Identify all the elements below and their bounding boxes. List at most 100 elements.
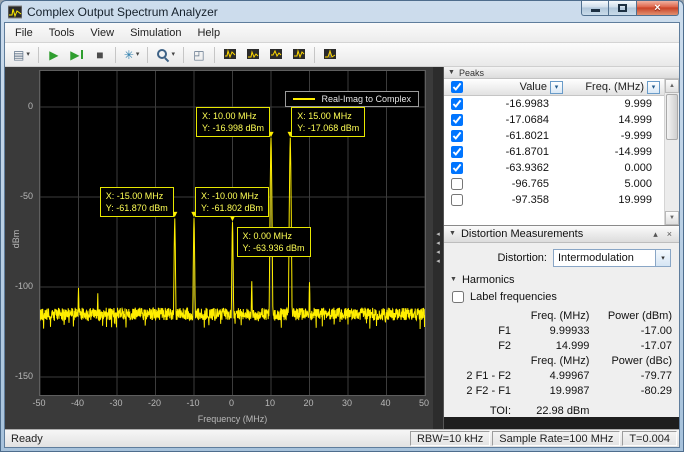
full-span-button[interactable]: ◰ bbox=[188, 44, 210, 65]
autoscale-button[interactable] bbox=[288, 44, 310, 65]
select-dropdown-icon[interactable]: ▾ bbox=[655, 250, 670, 266]
freq-header: Freq. (MHz) bbox=[514, 308, 592, 323]
peaks-table-row[interactable]: -61.8021 -9.999 bbox=[444, 128, 664, 144]
peak-visible-checkbox[interactable] bbox=[451, 130, 463, 142]
dropdown-arrow-icon: ▾ bbox=[171, 51, 175, 59]
measurements-icon bbox=[324, 46, 336, 64]
minimize-button[interactable] bbox=[581, 1, 609, 16]
peak-visible-checkbox[interactable] bbox=[451, 146, 463, 158]
x-tick-label: 50 bbox=[419, 398, 429, 408]
datatip-x-value: X: 0.00 MHz bbox=[243, 230, 305, 242]
scale-xy-button[interactable] bbox=[265, 44, 287, 65]
pin-icon[interactable]: ▴ bbox=[651, 229, 660, 239]
panel-expand-arrow-icon: ◂ bbox=[436, 258, 440, 266]
peak-visible-checkbox[interactable] bbox=[451, 114, 463, 126]
peaks-panel-title[interactable]: ▼ Peaks bbox=[444, 67, 679, 79]
plot-axes[interactable]: Real-Imag to Complex ▼▼▼▼▼ X: 10.00 MHz … bbox=[39, 70, 426, 396]
harmonics-section-header[interactable]: ▼ Harmonics bbox=[444, 272, 679, 289]
power-value: -17.07 bbox=[592, 338, 675, 353]
collapse-triangle-icon: ▼ bbox=[448, 69, 455, 77]
menu-simulation[interactable]: Simulation bbox=[122, 23, 189, 42]
stop-button[interactable]: ■ bbox=[89, 44, 111, 65]
scale-xy-icon bbox=[270, 46, 282, 64]
peak-visible-checkbox[interactable] bbox=[451, 178, 463, 190]
datatip-15mhz[interactable]: X: 15.00 MHz Y: -17.068 dBm bbox=[291, 107, 365, 137]
datatip-y-value: Y: -61.870 dBm bbox=[106, 202, 168, 214]
distortion-panel-header[interactable]: ▼ Distortion Measurements ▴ × bbox=[444, 226, 679, 243]
peaks-table-row[interactable]: -61.8701 -14.999 bbox=[444, 144, 664, 160]
menu-file[interactable]: File bbox=[7, 23, 41, 42]
peaks-select-all-checkbox[interactable] bbox=[451, 81, 463, 93]
menu-view[interactable]: View bbox=[82, 23, 122, 42]
scroll-down-icon[interactable]: ▼ bbox=[665, 211, 679, 225]
toi-row: TOI: 22.98 dBm bbox=[448, 398, 675, 417]
peaks-scrollbar[interactable]: ▲ ▼ bbox=[664, 79, 679, 225]
peak-value-cell: -96.765 bbox=[470, 178, 573, 190]
distortion-label: Distortion: bbox=[497, 252, 547, 264]
peak-value-cell: -61.8701 bbox=[470, 146, 573, 158]
menu-help[interactable]: Help bbox=[189, 23, 228, 42]
power-value: -80.29 bbox=[592, 383, 675, 398]
y-tick-label: -50 bbox=[20, 191, 33, 201]
legend[interactable]: Real-Imag to Complex bbox=[285, 91, 419, 107]
close-panel-icon[interactable]: × bbox=[665, 229, 674, 239]
freq-column-filter-button[interactable]: ▾ bbox=[647, 81, 660, 94]
harmonics-table: Freq. (MHz) Power (dBm) F1 9.99933 -17.0… bbox=[448, 308, 675, 417]
datatip-y-value: Y: -61.802 dBm bbox=[201, 202, 263, 214]
datatip-neg10mhz[interactable]: X: -10.00 MHz Y: -61.802 dBm bbox=[195, 187, 269, 217]
peaks-table-row[interactable]: -16.9983 9.999 bbox=[444, 96, 664, 112]
datatip-x-value: X: 15.00 MHz bbox=[297, 110, 359, 122]
peaks-panel: ▼ Peaks Value▾ Freq. (MHz)▾ bbox=[444, 67, 679, 225]
distortion-panel-title: Distortion Measurements bbox=[461, 228, 646, 240]
toi-value: 22.98 dBm bbox=[514, 398, 592, 417]
status-sample-rate: Sample Rate=100 MHz bbox=[492, 431, 620, 446]
panel-collapse-handle[interactable]: ◂ ◂ ◂ ◂ bbox=[433, 67, 443, 429]
toolbar-separator bbox=[214, 47, 215, 63]
datatip-x-value: X: 10.00 MHz bbox=[202, 110, 264, 122]
peaks-table-row[interactable]: -97.358 19.999 bbox=[444, 192, 664, 208]
label-frequencies-checkbox[interactable] bbox=[452, 291, 464, 303]
panel-expand-arrow-icon: ◂ bbox=[436, 240, 440, 248]
toolbar-separator bbox=[183, 47, 184, 63]
datatip-neg15mhz[interactable]: X: -15.00 MHz Y: -61.870 dBm bbox=[100, 187, 174, 217]
title-bar[interactable]: Complex Output Spectrum Analyzer × bbox=[4, 1, 680, 22]
step-forward-button[interactable]: ▶ bbox=[66, 44, 88, 65]
scale-x-button[interactable] bbox=[242, 44, 264, 65]
datatip-x-value: X: -10.00 MHz bbox=[201, 190, 263, 202]
scale-y-button[interactable] bbox=[219, 44, 241, 65]
peaks-table-row[interactable]: -17.0684 14.999 bbox=[444, 112, 664, 128]
value-column-filter-button[interactable]: ▾ bbox=[550, 81, 563, 94]
peak-freq-cell: 9.999 bbox=[573, 98, 664, 110]
maximize-icon bbox=[618, 4, 627, 12]
freq-column-header: Freq. (MHz) bbox=[585, 81, 644, 93]
panel-expand-arrow-icon: ◂ bbox=[436, 249, 440, 257]
simulation-mode-button[interactable]: ✳▾ bbox=[120, 44, 144, 65]
peaks-table-row[interactable]: -63.9362 0.000 bbox=[444, 160, 664, 176]
peak-freq-cell: 5.000 bbox=[573, 178, 664, 190]
scroll-thumb[interactable] bbox=[666, 94, 678, 140]
export-button[interactable]: ▤▾ bbox=[9, 44, 34, 65]
zoom-button[interactable]: ▾ bbox=[152, 44, 179, 65]
peak-visible-checkbox[interactable] bbox=[451, 98, 463, 110]
run-button[interactable]: ▶ bbox=[43, 44, 65, 65]
x-tick-label: 20 bbox=[303, 398, 313, 408]
peak-visible-checkbox[interactable] bbox=[451, 194, 463, 206]
table-header-row: Freq. (MHz) Power (dBm) bbox=[448, 308, 675, 323]
x-tick-label: -50 bbox=[32, 398, 45, 408]
x-tick-label: -30 bbox=[109, 398, 122, 408]
datatip-0mhz[interactable]: X: 0.00 MHz Y: -63.936 dBm bbox=[237, 227, 311, 257]
maximize-button[interactable] bbox=[609, 1, 637, 16]
peak-visible-checkbox[interactable] bbox=[451, 162, 463, 174]
peaks-table-row[interactable]: -96.765 5.000 bbox=[444, 176, 664, 192]
datatip-10mhz[interactable]: X: 10.00 MHz Y: -16.998 dBm bbox=[196, 107, 270, 137]
distortion-selected-value: Intermodulation bbox=[554, 252, 655, 264]
menu-tools[interactable]: Tools bbox=[41, 23, 83, 42]
scale-x-icon bbox=[247, 46, 259, 64]
measurements-button[interactable] bbox=[319, 44, 341, 65]
run-icon: ▶ bbox=[49, 49, 58, 61]
distortion-select[interactable]: Intermodulation ▾ bbox=[553, 249, 671, 267]
close-button[interactable]: × bbox=[637, 1, 679, 16]
peak-value-cell: -97.358 bbox=[470, 194, 573, 206]
toolbar-separator bbox=[314, 47, 315, 63]
scroll-up-icon[interactable]: ▲ bbox=[665, 79, 679, 93]
